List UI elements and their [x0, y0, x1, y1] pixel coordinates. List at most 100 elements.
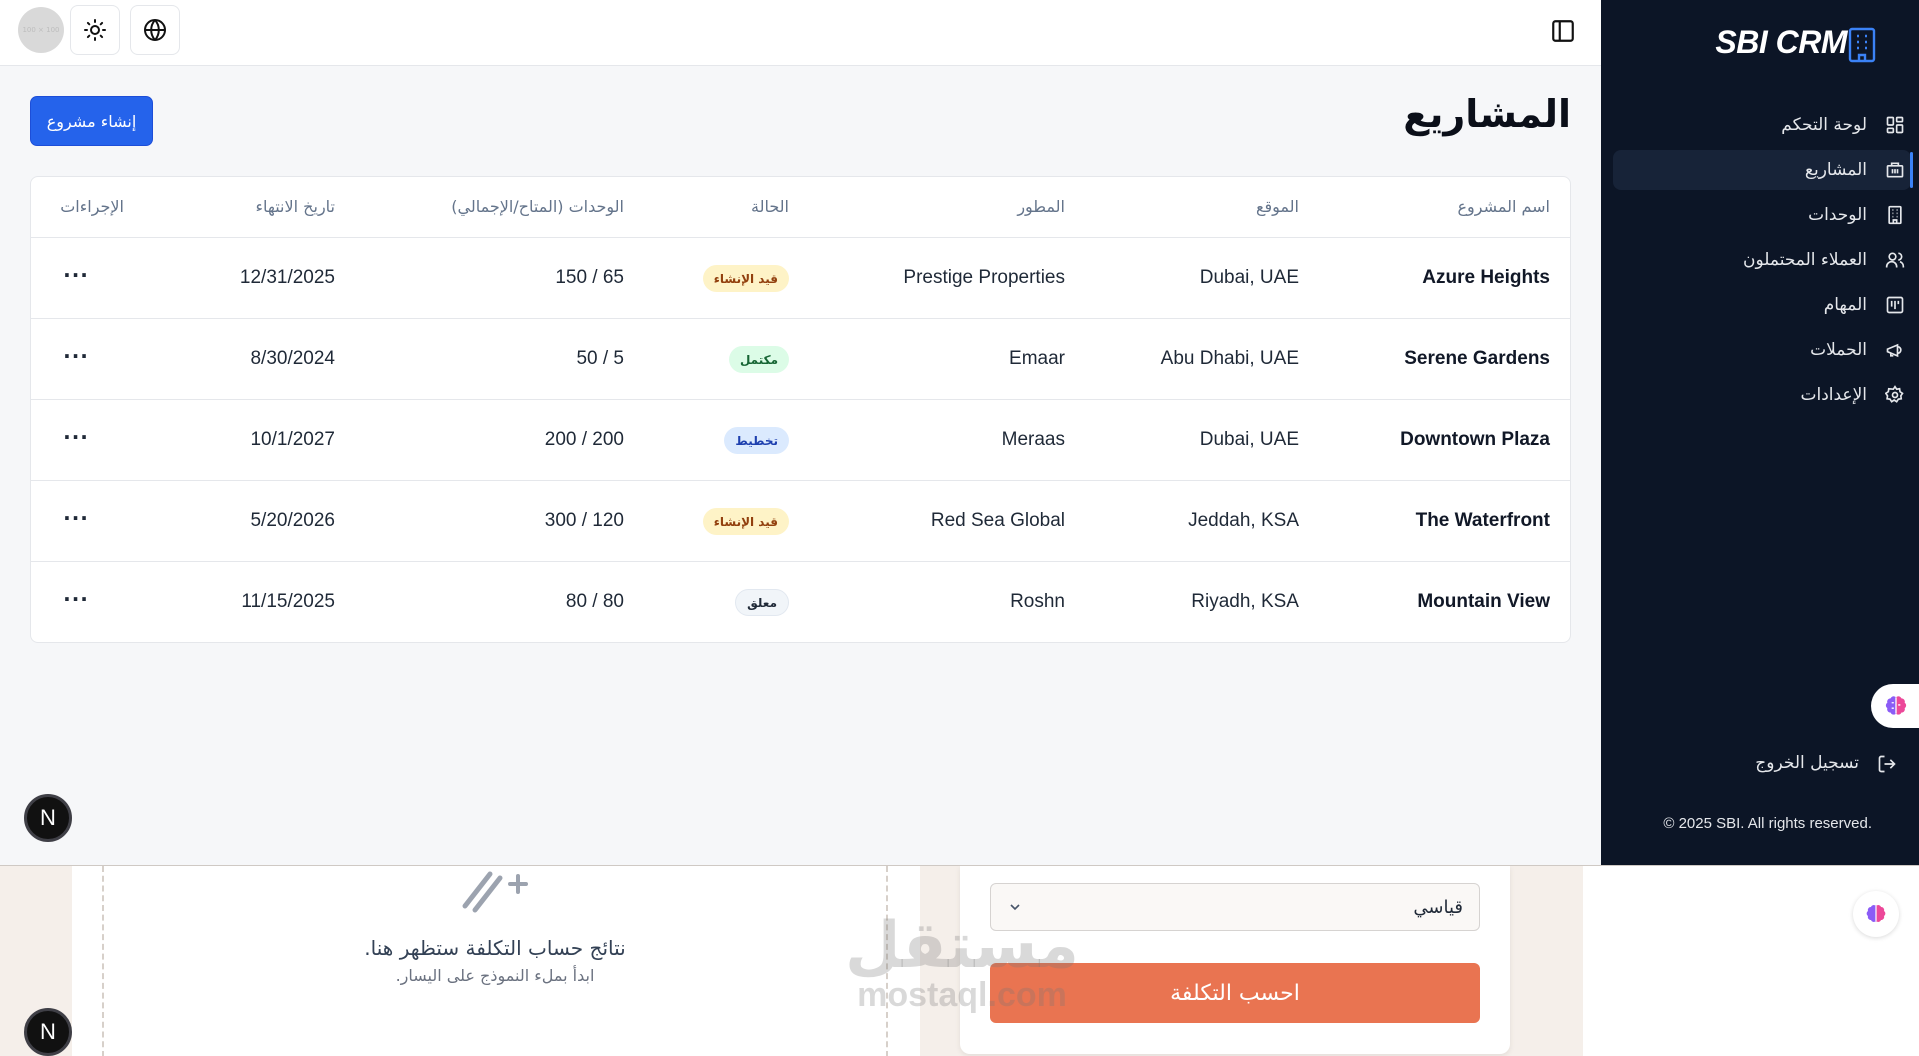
row-actions-button[interactable]: ···: [61, 584, 91, 614]
sidebar-toggle-button[interactable]: [1548, 16, 1578, 46]
sidebar-item-dashboard[interactable]: لوحة التحكم: [1613, 105, 1911, 145]
project-end-date: 5/20/2026: [250, 510, 335, 531]
sidebar-item-units[interactable]: الوحدات: [1613, 195, 1911, 235]
users-icon: [1885, 252, 1905, 268]
results-placeholder-title: نتائج حساب التكلفة ستظهر هنا.: [364, 936, 626, 960]
sidebar: SBI CRM لوحة التحكم المشاريع الوحدات الع…: [1601, 0, 1919, 865]
results-placeholder-subtitle: ابدأ بملء النموذج على اليسار.: [395, 966, 595, 985]
project-location: Riyadh, KSA: [1191, 591, 1299, 612]
project-end-date: 10/1/2027: [250, 429, 335, 450]
project-location: Dubai, UAE: [1199, 267, 1299, 288]
project-end-date: 8/30/2024: [250, 348, 335, 369]
chevron-down-icon: [1010, 904, 1020, 911]
header-location: الموقع: [1256, 197, 1299, 216]
brain-icon: [1866, 905, 1886, 922]
header-units: الوحدات (المتاح/الإجمالي): [451, 197, 624, 216]
logout-icon: [1878, 755, 1896, 773]
project-end-date: 12/31/2025: [239, 267, 335, 288]
calculate-cost-button[interactable]: احسب التكلفة: [990, 963, 1480, 1023]
table-row[interactable]: Downtown Plaza Dubai, UAE Meraas تخطيط 2…: [31, 400, 1570, 481]
logout-label: تسجيل الخروج: [1755, 753, 1859, 773]
row-actions-button[interactable]: ···: [61, 503, 91, 533]
avatar[interactable]: 100 × 100: [18, 7, 64, 53]
project-developer: Meraas: [1001, 429, 1065, 450]
sidebar-item-label: المشاريع: [1804, 160, 1867, 180]
status-badge: تخطيط: [724, 427, 789, 454]
brand-logo[interactable]: SBI CRM: [1715, 24, 1847, 61]
project-name[interactable]: The Waterfront: [1416, 510, 1550, 532]
main-content: 100 × 100 المشاريع إنشاء مشروع اسم المشر…: [0, 0, 1601, 865]
header-status: الحالة: [751, 197, 789, 216]
page-title: المشاريع: [1403, 92, 1571, 136]
ruler-pencil-icon: [462, 871, 528, 913]
language-button[interactable]: [130, 5, 180, 55]
project-developer: Prestige Properties: [903, 267, 1065, 288]
row-actions-button[interactable]: ···: [61, 341, 91, 371]
table-header: اسم المشروع الموقع المطور الحالة الوحدات…: [31, 177, 1570, 238]
building-icon: [1886, 162, 1904, 178]
sidebar-item-label: لوحة التحكم: [1781, 115, 1867, 135]
sidebar-item-projects[interactable]: المشاريع: [1613, 150, 1913, 190]
top-bar: 100 × 100: [0, 0, 1601, 66]
table-row[interactable]: Mountain View Riyadh, KSA Roshn معلق 80 …: [31, 562, 1570, 642]
project-developer: Emaar: [1009, 348, 1065, 369]
project-location: Abu Dhabi, UAE: [1160, 348, 1299, 369]
sidebar-item-settings[interactable]: الإعدادات: [1613, 375, 1911, 415]
megaphone-icon: [1886, 343, 1902, 358]
dashboard-icon: [1886, 116, 1904, 134]
header-developer: المطور: [1017, 197, 1065, 216]
sun-icon: [84, 19, 106, 41]
brain-icon: [1885, 696, 1907, 715]
logout-button[interactable]: تسجيل الخروج: [1613, 744, 1903, 784]
sidebar-item-label: المهام: [1823, 295, 1867, 315]
project-location: Dubai, UAE: [1199, 429, 1299, 450]
project-developer: Roshn: [1010, 591, 1065, 612]
project-units: 80 / 80: [565, 591, 624, 612]
project-units: 300 / 120: [544, 510, 624, 531]
dev-indicator-button[interactable]: N: [24, 794, 72, 842]
sidebar-item-leads[interactable]: العملاء المحتملون: [1613, 240, 1911, 280]
copyright-text: © 2025 SBI. All rights reserved.: [1663, 815, 1872, 832]
status-badge: قيد الإنشاء: [702, 508, 789, 535]
table-row[interactable]: Serene Gardens Abu Dhabi, UAE Emaar مكتم…: [31, 319, 1570, 400]
sidebar-item-label: الإعدادات: [1800, 385, 1867, 405]
project-name[interactable]: Mountain View: [1417, 591, 1550, 613]
create-project-button[interactable]: إنشاء مشروع: [30, 96, 153, 146]
theme-toggle-button[interactable]: [70, 5, 120, 55]
header-name: اسم المشروع: [1457, 197, 1550, 216]
building-logo-icon: [1848, 27, 1876, 63]
project-location: Jeddah, KSA: [1188, 510, 1299, 531]
row-actions-button[interactable]: ···: [61, 260, 91, 290]
row-actions-button[interactable]: ···: [61, 422, 91, 452]
cost-calculator-preview: نتائج حساب التكلفة ستظهر هنا. ابدأ بملء …: [0, 865, 1919, 1056]
table-row[interactable]: Azure Heights Dubai, UAE Prestige Proper…: [31, 238, 1570, 319]
project-units: 50 / 5: [576, 348, 624, 369]
project-name[interactable]: Downtown Plaza: [1400, 429, 1550, 451]
status-badge: معلق: [735, 589, 789, 616]
finish-type-select[interactable]: قياسي: [990, 883, 1480, 931]
projects-table: اسم المشروع الموقع المطور الحالة الوحدات…: [30, 176, 1571, 643]
sidebar-item-tasks[interactable]: المهام: [1613, 285, 1911, 325]
project-units: 200 / 200: [544, 429, 624, 450]
status-badge: قيد الإنشاء: [702, 265, 789, 292]
ai-assistant-button[interactable]: [1871, 684, 1919, 728]
project-developer: Red Sea Global: [930, 510, 1065, 531]
tasks-icon: [1886, 296, 1904, 314]
project-name[interactable]: Serene Gardens: [1404, 348, 1550, 370]
status-badge: مكتمل: [728, 346, 789, 373]
sidebar-item-label: العملاء المحتملون: [1742, 250, 1867, 270]
gear-icon: [1885, 385, 1904, 403]
project-name[interactable]: Azure Heights: [1422, 267, 1550, 289]
select-value: قياسي: [1413, 897, 1463, 918]
table-row[interactable]: The Waterfront Jeddah, KSA Red Sea Globa…: [31, 481, 1570, 562]
project-units: 150 / 65: [555, 267, 624, 288]
sidebar-item-campaigns[interactable]: الحملات: [1613, 330, 1911, 370]
project-end-date: 11/15/2025: [241, 591, 335, 612]
dev-indicator-button[interactable]: N: [24, 1008, 72, 1056]
sidebar-toggle-icon: [1552, 20, 1574, 42]
ai-assistant-button[interactable]: [1853, 891, 1899, 937]
header-end-date: تاريخ الانتهاء: [255, 197, 335, 216]
units-icon: [1888, 205, 1902, 225]
globe-icon: [144, 19, 166, 41]
app-window: 100 × 100 المشاريع إنشاء مشروع اسم المشر…: [0, 0, 1919, 865]
